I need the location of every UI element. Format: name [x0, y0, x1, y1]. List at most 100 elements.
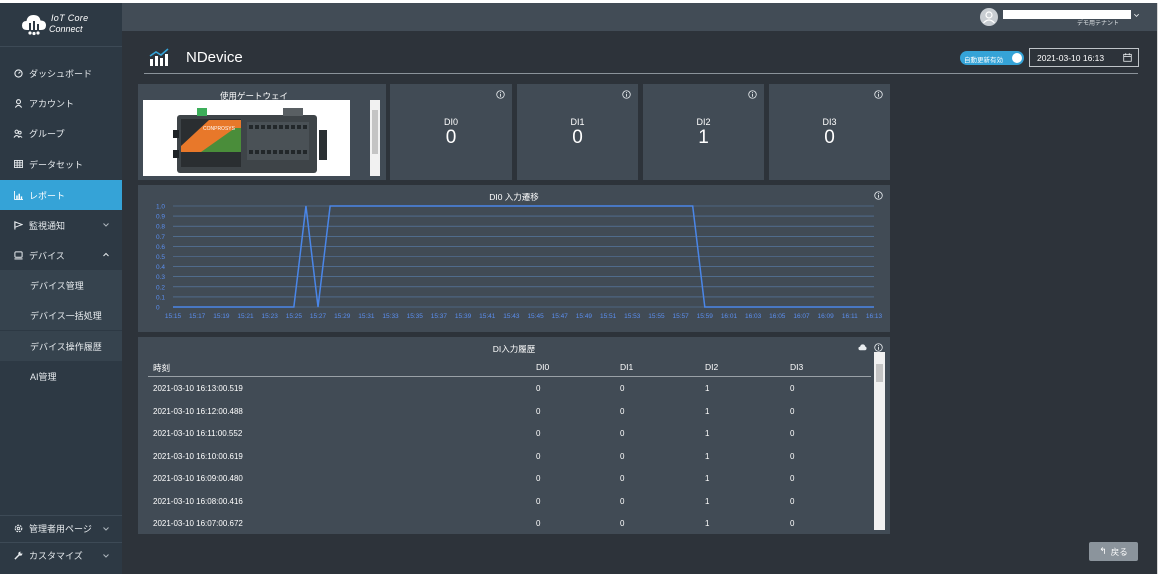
auto-update-label: 自動更新有効 — [964, 57, 1003, 64]
history-header-di1: DI1 — [620, 362, 634, 372]
gateway-scrollbar[interactable] — [370, 100, 380, 176]
chart-y-tick-label: 1.0 — [156, 204, 165, 211]
sidebar-subitem-label: デバイス一括処理 — [30, 310, 102, 321]
bar-chart-icon — [13, 190, 23, 200]
history-cell-di2: 1 — [705, 384, 710, 393]
back-arrow-icon: ↰ — [1099, 546, 1107, 556]
app-logo[interactable]: IoT Core Connect — [0, 3, 122, 47]
chart-x-tick-label: 15:49 — [576, 313, 593, 320]
wrench-icon — [13, 551, 23, 561]
user-tenant: デモ用テナント — [1077, 21, 1120, 27]
history-cell-di2: 1 — [705, 496, 710, 506]
sidebar-item-label: グループ — [29, 128, 65, 139]
di-history-panel: DI入力履歴 時刻 DI0 DI1 DI2 DI3 2021-03-10 16:… — [138, 337, 890, 534]
chart-y-tick-label: 0.5 — [156, 254, 165, 261]
scrollbar-thumb[interactable] — [372, 110, 378, 154]
di-card-1: DI1 0 — [517, 84, 638, 180]
history-cell-di3: 0 — [790, 384, 795, 393]
chart-x-tick-label: 15:57 — [672, 313, 689, 320]
chart-x-tick-label: 16:01 — [721, 313, 738, 320]
info-icon[interactable] — [874, 90, 883, 99]
window-right-edge — [1157, 3, 1170, 574]
main-content: NDevice 自動更新有効 2021-03-10 16:13 使用ゲートウェイ… — [122, 31, 1157, 574]
info-icon[interactable] — [748, 90, 757, 99]
sidebar-item-label: 監視通知 — [29, 220, 66, 231]
history-cell-time: 2021-03-10 16:07:00.672 — [153, 519, 243, 528]
sidebar-item-label: レポート — [29, 190, 66, 201]
di-card-3: DI3 0 — [769, 84, 890, 180]
sidebar-subitem-label: デバイス操作履歴 — [30, 341, 102, 352]
chart-x-tick-label: 15:51 — [600, 313, 617, 320]
sidebar-item-account[interactable]: アカウント — [0, 88, 122, 118]
history-cell-di1: 0 — [620, 406, 625, 416]
sidebar-item-group[interactable]: グループ — [0, 118, 122, 148]
chart-x-tick-label: 15:59 — [697, 313, 714, 320]
sidebar-item-label: カスタマイズ — [29, 551, 83, 561]
history-scrollbar[interactable] — [874, 352, 885, 530]
history-cell-di3: 0 — [790, 451, 795, 461]
history-cell-di3: 0 — [790, 474, 795, 483]
chart-x-tick-label: 15:17 — [189, 313, 206, 320]
history-cell-di1: 0 — [620, 451, 625, 461]
chart-x-tick-label: 15:53 — [624, 313, 641, 320]
history-cell-time: 2021-03-10 16:11:00.552 — [153, 429, 243, 438]
history-cell-di1: 0 — [620, 496, 625, 506]
history-cell-di1: 0 — [620, 429, 625, 438]
sidebar-item-monitoring[interactable]: 監視通知 — [0, 210, 122, 240]
sidebar-item-device[interactable]: デバイス — [0, 240, 122, 270]
history-cell-di2: 1 — [705, 451, 710, 461]
sidebar-item-admin-page[interactable]: 管理者用ページ — [0, 515, 122, 541]
history-cell-di2: 1 — [705, 406, 710, 416]
chart-x-tick-label: 15:47 — [552, 313, 569, 320]
calendar-icon[interactable] — [1123, 53, 1132, 62]
auto-update-toggle[interactable]: 自動更新有効 — [960, 51, 1024, 65]
chevron-down-icon[interactable] — [1133, 12, 1140, 19]
chart-x-tick-label: 15:29 — [334, 313, 351, 320]
sidebar-subitem-device-history[interactable]: デバイス操作履歴 — [0, 331, 122, 361]
history-cell-time: 2021-03-10 16:09:00.480 — [153, 474, 243, 483]
sidebar-subitem-device-batch[interactable]: デバイス一括処理 — [0, 300, 122, 330]
back-button[interactable]: ↰ 戻る — [1089, 542, 1138, 561]
chart-x-tick-label: 15:25 — [286, 313, 303, 320]
history-cell-di0: 0 — [536, 474, 541, 483]
di-card-label: DI0 — [443, 117, 458, 127]
logo-text-line2: Connect — [49, 24, 83, 34]
dashboard-icon — [13, 68, 23, 78]
top-bar: デモ用テナント — [122, 3, 1157, 31]
sidebar-item-label: 管理者用ページ — [29, 524, 92, 534]
chart-x-tick-label: 16:13 — [866, 313, 883, 320]
di-card-0: DI0 0 — [390, 84, 512, 180]
history-cell-di0: 0 — [536, 451, 541, 461]
gateway-brand-text: CONPROSYS — [203, 126, 236, 132]
sidebar-item-report[interactable]: レポート — [0, 180, 122, 210]
chart-y-tick-label: 0.3 — [156, 274, 165, 281]
chart-x-tick-label: 15:41 — [479, 313, 496, 320]
device-icon — [13, 250, 23, 260]
info-icon[interactable] — [874, 343, 883, 352]
cloud-download-icon[interactable] — [858, 343, 867, 352]
chart-x-tick-label: 16:03 — [745, 313, 762, 320]
chart-y-tick-label: 0.9 — [156, 214, 165, 221]
chart-x-tick-label: 16:05 — [769, 313, 786, 320]
info-icon[interactable] — [622, 90, 631, 99]
info-icon[interactable] — [496, 90, 505, 99]
sidebar-subitem-device-management[interactable]: デバイス管理 — [0, 270, 122, 300]
scrollbar-thumb[interactable] — [876, 364, 883, 382]
di-card-2: DI2 1 — [643, 84, 764, 180]
datetime-picker[interactable]: 2021-03-10 16:13 — [1029, 48, 1139, 67]
di-card-label: DI2 — [696, 117, 711, 127]
sidebar-item-customize[interactable]: カスタマイズ — [0, 542, 122, 568]
history-cell-di1: 0 — [620, 474, 625, 483]
sidebar-item-dashboard[interactable]: ダッシュボード — [0, 58, 122, 88]
chart-y-tick-label: 0.8 — [156, 224, 165, 231]
history-cell-di3: 0 — [790, 496, 795, 506]
history-cell-di2: 1 — [705, 429, 710, 438]
avatar[interactable] — [980, 8, 998, 26]
history-header-di3: DI3 — [790, 362, 804, 372]
sidebar-item-dataset[interactable]: データセット — [0, 149, 122, 179]
group-icon — [13, 128, 23, 138]
logo-text-line1: IoT Core — [51, 13, 89, 23]
history-header-time: 時刻 — [153, 363, 171, 373]
sidebar-item-ai-management[interactable]: AI管理 — [0, 361, 122, 391]
chart-y-tick-label: 0.4 — [156, 264, 165, 271]
